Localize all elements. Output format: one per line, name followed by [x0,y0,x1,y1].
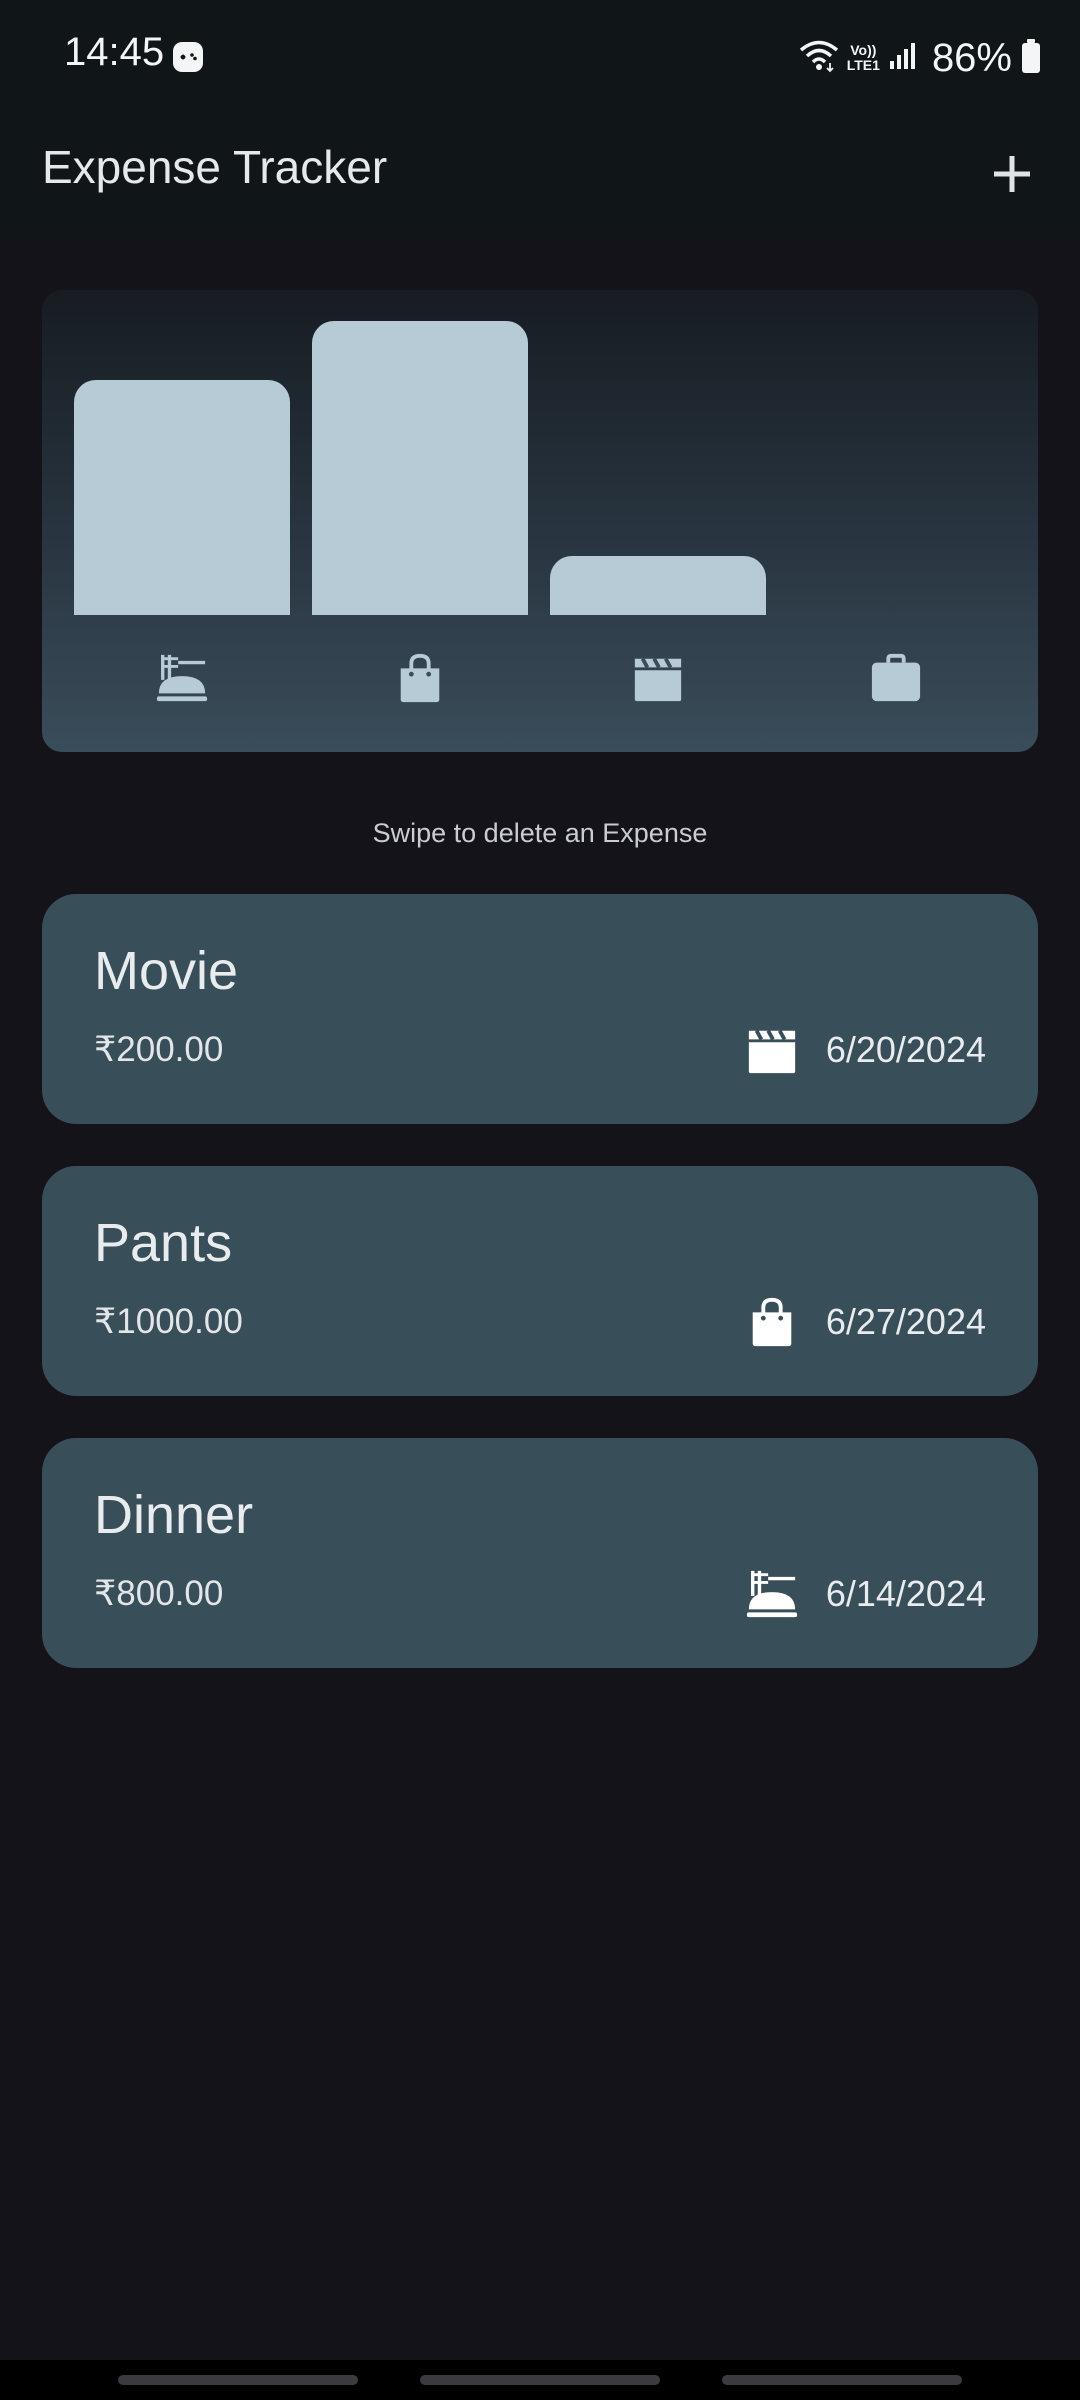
expense-meta: 6/14/2024 [744,1566,986,1622]
swipe-hint: Swipe to delete an Expense [372,818,708,848]
shopping-bag-icon [390,648,450,708]
expense-card[interactable]: Pants ₹1000.00 6/27/2024 [42,1166,1038,1396]
expense-card[interactable]: Movie ₹200.00 6/20/2024 [42,894,1038,1124]
network-type-label: Vo)) LTE1 [846,42,880,73]
back-button[interactable] [722,2375,962,2385]
expense-meta: 6/27/2024 [744,1294,986,1350]
briefcase-icon [866,648,926,708]
chart-bar-leisure-shopping [312,321,528,615]
battery-icon [1020,38,1042,79]
expense-amount: ₹1000.00 [94,1302,243,1341]
expense-title: Pants [94,1213,233,1273]
expense-date: 6/20/2024 [825,1029,986,1070]
expense-date: 6/14/2024 [825,1573,986,1614]
app-bar: Expense Tracker [0,112,1080,238]
chart-bar-movie [550,556,766,615]
battery-percent: 86% [931,35,1012,80]
recents-button[interactable] [118,2375,358,2385]
add-expense-button[interactable] [972,134,1052,214]
expense-amount: ₹800.00 [94,1574,224,1613]
expense-card[interactable]: Dinner ₹800.00 6/14/2024 [42,1438,1038,1668]
wifi-icon [799,39,839,78]
clapperboard-icon [628,648,688,708]
status-icons: Vo)) LTE1 86% [799,30,1042,86]
status-bar: 14:45 Vo)) LTE1 86% [0,0,1080,112]
signal-icon [888,41,918,76]
expense-date: 6/27/2024 [825,1301,986,1342]
dinner-icon [744,1566,800,1622]
expense-chart [42,290,1038,752]
plus-icon [994,156,1030,192]
navigation-bar [0,2360,1080,2400]
chart-bar-food [74,379,290,615]
expense-amount: ₹200.00 [94,1030,224,1069]
expense-title: Dinner [94,1485,254,1545]
shopping-bag-icon [744,1294,800,1350]
game-controller-icon [172,41,204,73]
expense-title: Movie [94,941,239,1001]
dinner-icon [152,648,212,708]
home-button[interactable] [420,2375,660,2385]
clapperboard-icon [744,1022,800,1078]
expense-meta: 6/20/2024 [744,1022,986,1078]
status-time: 14:45 [64,30,165,74]
app-title: Expense Tracker [42,141,388,193]
